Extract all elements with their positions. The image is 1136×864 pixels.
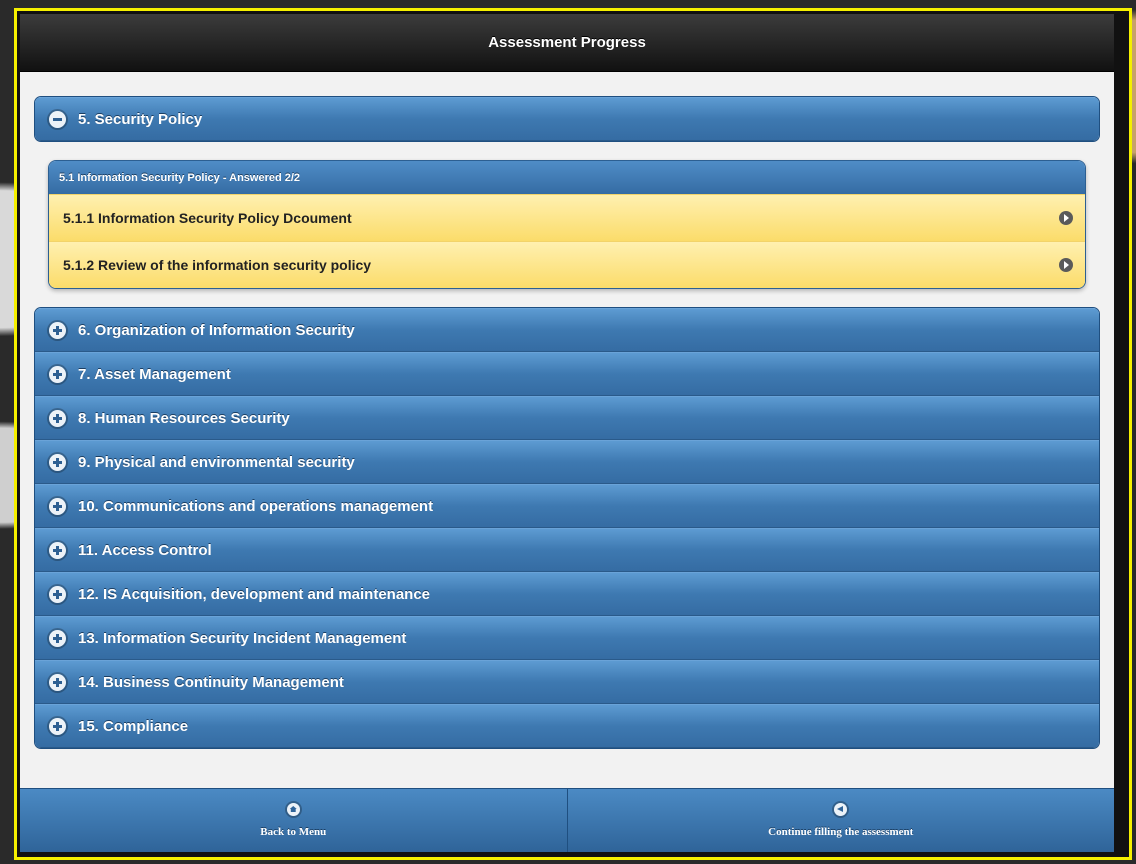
section-label: 6. Organization of Information Security (78, 321, 355, 339)
section-header-13[interactable]: 13. Information Security Incident Manage… (35, 616, 1099, 660)
list-item-5-1-1[interactable]: 5.1.1 Information Security Policy Dcoume… (49, 194, 1085, 241)
arrow-right-icon (1059, 258, 1073, 272)
continue-assessment-label: Continue filling the assessment (768, 826, 914, 838)
plus-icon (49, 321, 66, 339)
section-label: 13. Information Security Incident Manage… (78, 629, 407, 647)
app-window: Assessment Progress 5. Security Policy 5… (20, 14, 1114, 852)
plus-icon (49, 717, 66, 735)
list-item-5-1-2[interactable]: 5.1.2 Review of the information security… (49, 241, 1085, 288)
page-title: Assessment Progress (488, 34, 646, 51)
subgroup-panel: 5.1 Information Security Policy - Answer… (48, 160, 1086, 289)
section-header-security-policy[interactable]: 5. Security Policy (35, 97, 1099, 141)
plus-icon (49, 673, 66, 691)
section-header-15[interactable]: 15. Compliance (35, 704, 1099, 748)
home-icon (286, 803, 300, 816)
section-security-policy: 5. Security Policy (34, 96, 1100, 142)
section-label: 15. Compliance (78, 717, 189, 735)
footer-navbar: Back to Menu Continue filling the assess… (20, 788, 1114, 852)
page-header: Assessment Progress (20, 14, 1114, 72)
list-item-label: 5.1.1 Information Security Policy Dcoume… (63, 210, 352, 226)
minus-icon (49, 110, 66, 128)
section-header-6[interactable]: 6. Organization of Information Security (35, 308, 1099, 352)
section-body: 5.1 Information Security Policy - Answer… (34, 142, 1100, 307)
section-label: 11. Access Control (78, 541, 212, 559)
section-label: 8. Human Resources Security (78, 409, 290, 427)
back-to-menu-label: Back to Menu (260, 826, 327, 838)
collapsed-sections: 6. Organization of Information Security … (34, 307, 1100, 749)
content-area: 5. Security Policy 5.1 Information Secur… (20, 72, 1114, 749)
plus-icon (49, 497, 66, 515)
back-to-menu-button[interactable]: Back to Menu (20, 789, 567, 852)
section-header-8[interactable]: 8. Human Resources Security (35, 396, 1099, 440)
section-label: 9. Physical and environmental security (78, 453, 355, 471)
section-label: 10. Communications and operations manage… (78, 497, 434, 515)
subgroup-title: 5.1 Information Security Policy - Answer… (49, 161, 1085, 194)
section-header-11[interactable]: 11. Access Control (35, 528, 1099, 572)
plus-icon (49, 453, 66, 471)
list-item-label: 5.1.2 Review of the information security… (63, 257, 372, 273)
arrow-right-icon (1059, 211, 1073, 225)
back-arrow-icon (834, 803, 848, 816)
section-header-12[interactable]: 12. IS Acquisition, development and main… (35, 572, 1099, 616)
section-header-7[interactable]: 7. Asset Management (35, 352, 1099, 396)
section-label: 12. IS Acquisition, development and main… (78, 585, 431, 603)
plus-icon (49, 629, 66, 647)
section-header-10[interactable]: 10. Communications and operations manage… (35, 484, 1099, 528)
section-label: 5. Security Policy (78, 110, 203, 128)
section-label: 14. Business Continuity Management (78, 673, 344, 691)
section-label: 7. Asset Management (78, 365, 231, 383)
plus-icon (49, 409, 66, 427)
continue-assessment-button[interactable]: Continue filling the assessment (566, 789, 1115, 852)
plus-icon (49, 541, 66, 559)
plus-icon (49, 365, 66, 383)
plus-icon (49, 585, 66, 603)
section-header-9[interactable]: 9. Physical and environmental security (35, 440, 1099, 484)
section-header-14[interactable]: 14. Business Continuity Management (35, 660, 1099, 704)
